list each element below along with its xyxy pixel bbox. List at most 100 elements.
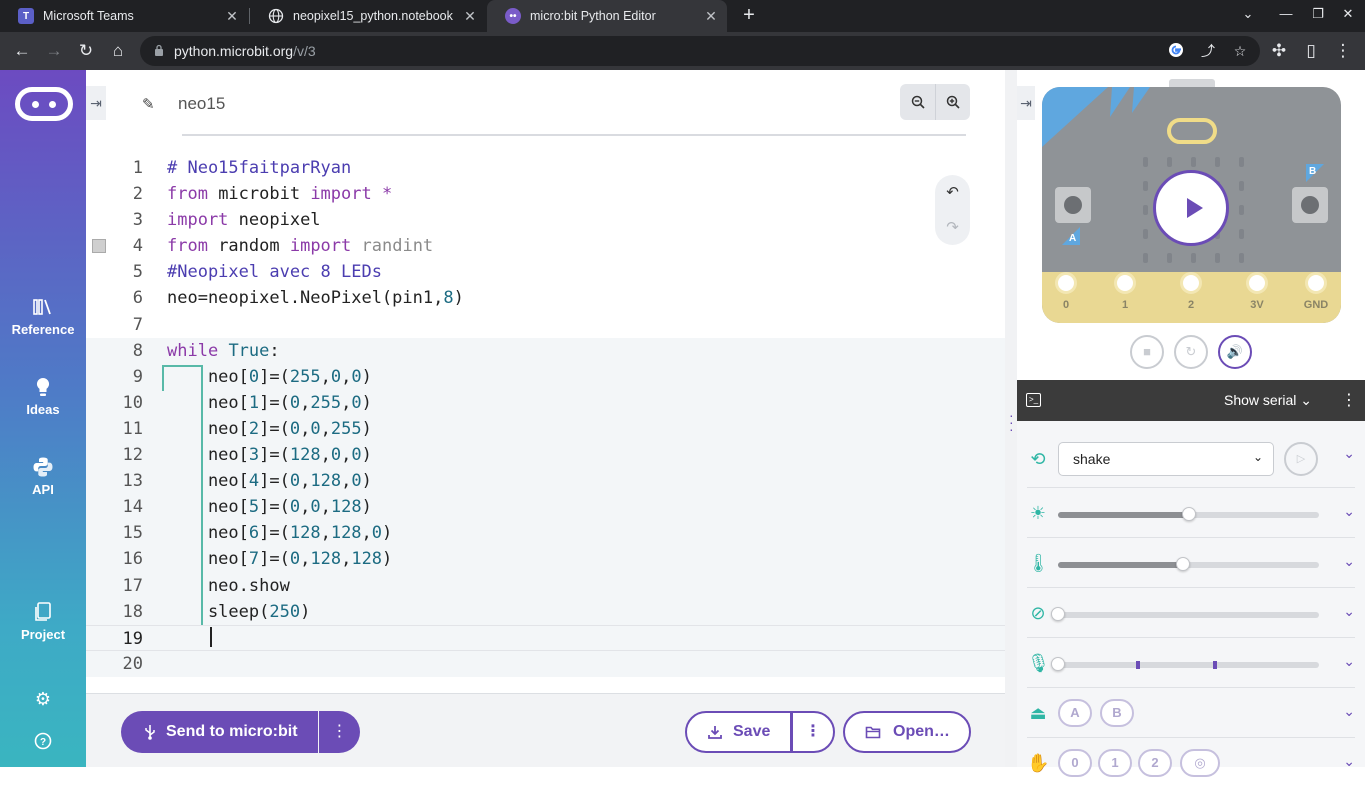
microbit-logo[interactable] xyxy=(15,87,73,121)
code-text[interactable]: while True: xyxy=(167,338,280,364)
pin-2-pad[interactable] xyxy=(1180,272,1202,294)
close-tab-icon[interactable]: ✕ xyxy=(703,8,719,24)
compass-slider-knob[interactable] xyxy=(1051,607,1065,621)
temperature-slider[interactable] xyxy=(1058,557,1319,571)
code-line[interactable]: 5 #Neopixel avec 8 LEDs xyxy=(86,259,1005,285)
sound-slider-knob[interactable] xyxy=(1051,657,1065,671)
pin-0-pad[interactable] xyxy=(1055,272,1077,294)
code-line[interactable]: 15 neo[6]=(128,128,0) xyxy=(86,520,1005,547)
code-text[interactable]: neo[1]=(0,255,0) xyxy=(167,390,372,416)
play-simulator-button[interactable] xyxy=(1153,170,1229,246)
expand-light-icon[interactable]: ⌄ xyxy=(1343,503,1355,520)
share-icon[interactable]: ⤴ xyxy=(1199,42,1217,60)
code-line[interactable]: 13 neo[4]=(0,128,0) xyxy=(86,468,1005,495)
code-line[interactable]: 7 xyxy=(86,312,1005,338)
code-text[interactable]: neo[4]=(0,128,0) xyxy=(167,468,372,494)
expand-compass-icon[interactable]: ⌄ xyxy=(1343,603,1355,620)
collapse-sidebar-icon[interactable]: ⇥ xyxy=(86,86,106,120)
code-line[interactable]: 20 xyxy=(86,650,1005,677)
sim-button-a[interactable]: A xyxy=(1058,699,1092,727)
code-line[interactable]: 10 neo[1]=(0,255,0) xyxy=(86,389,1005,416)
code-line[interactable]: 4 from random import randint xyxy=(86,233,1005,259)
tab-search-icon[interactable]: ⌄ xyxy=(1238,6,1258,22)
code-line[interactable]: 8 while True: xyxy=(86,337,1005,364)
light-slider[interactable] xyxy=(1058,507,1319,521)
show-serial-button[interactable]: Show serial ⌄ xyxy=(1224,392,1312,409)
code-text[interactable]: neo[3]=(128,0,0) xyxy=(167,442,372,468)
expand-buttons-icon[interactable]: ⌄ xyxy=(1343,703,1355,720)
code-text[interactable]: #Neopixel avec 8 LEDs xyxy=(167,259,382,285)
gesture-select[interactable]: shake ⌄ xyxy=(1058,442,1274,476)
tab-microbit-editor[interactable]: •• micro:bit Python Editor ✕ xyxy=(487,0,727,32)
touch-pin-0[interactable]: 0 xyxy=(1058,749,1092,777)
button-a[interactable] xyxy=(1055,187,1091,223)
sound-threshold-low[interactable] xyxy=(1136,661,1140,669)
collapse-simulator-icon[interactable]: ⇥ xyxy=(1017,86,1035,120)
send-to-microbit-button[interactable]: Send to micro:bit xyxy=(121,711,318,753)
light-slider-knob[interactable] xyxy=(1181,507,1196,521)
code-line[interactable]: 3 import neopixel xyxy=(86,207,1005,233)
extensions-icon[interactable]: ✣ xyxy=(1268,40,1290,62)
browser-menu-icon[interactable]: ⋮ xyxy=(1332,40,1354,62)
code-line[interactable]: 14 neo[5]=(0,0,128) xyxy=(86,494,1005,521)
code-text[interactable]: sleep(250) xyxy=(167,599,310,625)
button-b[interactable] xyxy=(1292,187,1328,223)
code-text[interactable]: from microbit import * xyxy=(167,181,392,207)
tab-teams[interactable]: T Microsoft Teams ✕ xyxy=(0,0,248,32)
bookmark-star-icon[interactable]: ☆ xyxy=(1231,42,1249,60)
google-icon[interactable] xyxy=(1167,42,1185,60)
code-text[interactable] xyxy=(167,626,208,652)
expand-gesture-icon[interactable]: ⌄ xyxy=(1343,445,1355,462)
code-line[interactable]: 6 neo=neopixel.NeoPixel(pin1,8) xyxy=(86,285,1005,311)
save-button[interactable]: Save xyxy=(685,711,792,753)
code-line[interactable]: 9 neo[0]=(255,0,0) xyxy=(86,363,1005,390)
touch-pin-1[interactable]: 1 xyxy=(1098,749,1132,777)
sidebar-item-reference[interactable]: Reference xyxy=(0,296,86,337)
settings-icon[interactable]: ⚙ xyxy=(0,689,86,710)
serial-more-icon[interactable]: ⋮ xyxy=(1341,390,1357,410)
sound-slider[interactable] xyxy=(1051,657,1319,671)
code-text[interactable]: # Neo15faitparRyan xyxy=(167,155,351,181)
project-name[interactable]: neo15 xyxy=(178,94,225,114)
reload-icon[interactable]: ↻ xyxy=(75,40,97,62)
expand-sound-icon[interactable]: ⌄ xyxy=(1343,653,1355,670)
sidebar-item-ideas[interactable]: Ideas xyxy=(0,376,86,417)
edit-name-icon[interactable]: ✎ xyxy=(142,95,155,113)
open-button[interactable]: Open… xyxy=(843,711,971,753)
code-text[interactable]: neo[2]=(0,0,255) xyxy=(167,416,372,442)
expand-touch-icon[interactable]: ⌄ xyxy=(1343,753,1355,770)
code-text[interactable]: neo[5]=(0,0,128) xyxy=(167,494,372,520)
code-line[interactable]: 18 sleep(250) xyxy=(86,598,1005,625)
board-logo[interactable] xyxy=(1167,118,1217,144)
back-icon[interactable]: ← xyxy=(11,40,33,62)
close-tab-icon[interactable]: ✕ xyxy=(462,8,478,24)
code-text[interactable]: from random import randint xyxy=(167,233,433,259)
close-window-icon[interactable]: ✕ xyxy=(1338,6,1358,22)
code-editor[interactable]: 1 # Neo15faitparRyan 2 from microbit import… xyxy=(86,155,1005,677)
touch-pin-2[interactable]: 2 xyxy=(1138,749,1172,777)
compass-slider[interactable] xyxy=(1051,607,1319,621)
code-text[interactable]: neo=neopixel.NeoPixel(pin1,8) xyxy=(167,285,464,311)
sound-toggle-icon[interactable]: 🔊 xyxy=(1218,335,1252,369)
restore-icon[interactable]: ❐ xyxy=(1308,6,1328,22)
pin-1-pad[interactable] xyxy=(1114,272,1136,294)
code-line[interactable]: 19 xyxy=(86,624,1005,652)
stop-simulator-icon[interactable]: ■ xyxy=(1130,335,1164,369)
code-text[interactable]: import neopixel xyxy=(167,207,321,233)
help-icon[interactable]: ? xyxy=(0,732,86,750)
code-line[interactable]: 12 neo[3]=(128,0,0) xyxy=(86,442,1005,469)
home-icon[interactable]: ⌂ xyxy=(107,40,129,62)
tab-notebook[interactable]: neopixel15_python.notebook ✕ xyxy=(250,0,486,32)
minimize-icon[interactable]: — xyxy=(1276,6,1296,21)
code-line[interactable]: 11 neo[2]=(0,0,255) xyxy=(86,415,1005,443)
sim-button-b[interactable]: B xyxy=(1100,699,1134,727)
code-line[interactable]: 2 from microbit import * xyxy=(86,181,1005,207)
zoom-in-icon[interactable] xyxy=(935,84,970,120)
temperature-slider-knob[interactable] xyxy=(1176,557,1191,571)
send-more-options-icon[interactable]: ⋮ xyxy=(319,711,360,753)
new-tab-button[interactable]: + xyxy=(738,5,760,27)
code-line[interactable]: 17 neo.show xyxy=(86,572,1005,599)
code-line[interactable]: 1 # Neo15faitparRyan xyxy=(86,155,1005,181)
send-gesture-button[interactable]: ▷ xyxy=(1284,442,1318,476)
address-bar[interactable]: python.microbit.org/v/3 ⤴ ☆ xyxy=(140,36,1260,66)
